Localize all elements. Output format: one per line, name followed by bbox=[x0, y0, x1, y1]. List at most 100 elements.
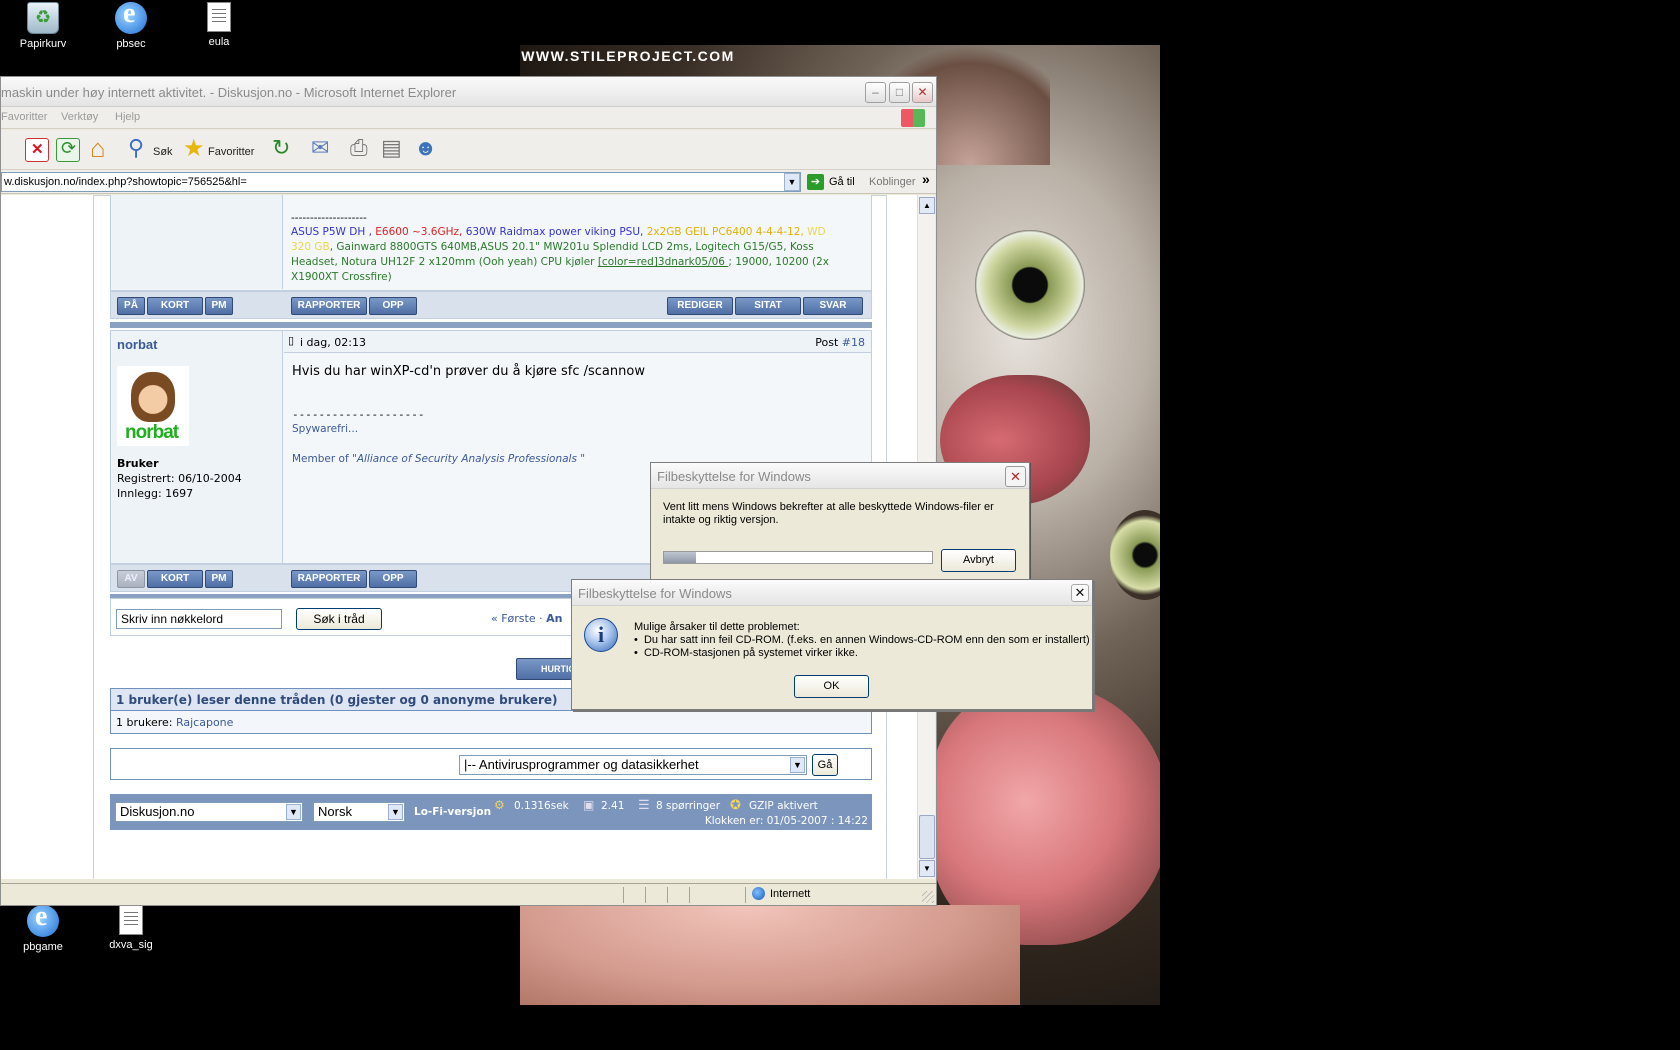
chevron-down-icon: ▼ bbox=[286, 804, 301, 820]
history-icon[interactable] bbox=[269, 135, 293, 162]
pager-partial-link[interactable]: An bbox=[546, 612, 562, 625]
member-post-count: Innlegg: 1697 bbox=[117, 487, 194, 500]
post-number-link[interactable]: #18 bbox=[842, 336, 865, 349]
hardware-line-3: Headset, Notura UH12F 2 x120mm (Ooh yeah… bbox=[291, 256, 830, 268]
signature-link[interactable]: Alliance of Security Analysis Profession… bbox=[357, 453, 577, 465]
dialog-title: Filbeskyttelse for Windows bbox=[578, 586, 732, 601]
desktop-icon-eula[interactable]: eula bbox=[181, 2, 257, 48]
pager: « Første · An bbox=[491, 612, 563, 625]
forum-jump-box: |-- Antivirusprogrammer og datasikkerhet… bbox=[110, 748, 872, 780]
desktop-icon-pbsec[interactable]: pbsec bbox=[93, 0, 169, 50]
file-protection-progress-dialog: Filbeskyttelse for Windows ✕ Vent litt m… bbox=[650, 462, 1030, 582]
reader-user-link[interactable]: Rajcapone bbox=[176, 716, 233, 729]
dialog-close-button[interactable]: ✕ bbox=[1005, 466, 1026, 487]
messenger-icon[interactable] bbox=[411, 135, 437, 162]
clock-text: Klokken er: 01/05-2007 : 14:22 bbox=[704, 815, 868, 827]
refresh-icon[interactable] bbox=[56, 138, 80, 162]
signature-line-1: Spywarefri... bbox=[292, 423, 359, 435]
site-select[interactable]: Diskusjon.no ▼ bbox=[115, 802, 303, 822]
cancel-button[interactable]: Avbryt bbox=[941, 549, 1016, 572]
go-button-label[interactable]: Gå til bbox=[829, 176, 855, 188]
error-heading: Mulige årsaker til dette problemet: bbox=[634, 621, 800, 633]
up-button[interactable]: OPP bbox=[369, 297, 417, 315]
post-separator bbox=[110, 322, 872, 328]
desktop-icon-label: eula bbox=[208, 36, 230, 48]
post-author[interactable]: norbat bbox=[117, 337, 157, 352]
dialog-title-bar[interactable]: Filbeskyttelse for Windows bbox=[651, 463, 1029, 489]
server-load: 2.41 bbox=[601, 800, 625, 812]
database-icon: ☰ bbox=[638, 797, 650, 812]
scroll-thumb[interactable] bbox=[919, 815, 935, 859]
go-arrow-icon[interactable]: ➔ bbox=[807, 174, 824, 190]
error-bullet-1: • Du har satt inn feil CD-ROM. (f.eks. e… bbox=[634, 634, 1090, 646]
offline-status-button[interactable]: AV bbox=[117, 570, 145, 588]
profile-card-button[interactable]: KORT bbox=[147, 570, 203, 588]
scroll-up-icon[interactable]: ▲ bbox=[919, 197, 935, 214]
favorites-star-icon[interactable] bbox=[181, 134, 205, 163]
desktop-icon-dxva-sig[interactable]: dxva_sig bbox=[93, 905, 169, 951]
links-chevron-icon[interactable]: » bbox=[922, 171, 930, 187]
dialog-close-button[interactable]: ✕ bbox=[1071, 584, 1089, 602]
load-icon: ▣ bbox=[583, 798, 595, 812]
favorites-button-label[interactable]: Favoritter bbox=[208, 146, 254, 158]
forum-jump-select[interactable]: |-- Antivirusprogrammer og datasikkerhet… bbox=[459, 755, 807, 775]
dialog-message: Vent litt mens Windows bekrefter at alle… bbox=[663, 501, 994, 526]
query-count: 8 spørringer bbox=[656, 800, 721, 812]
post-number-label: Post #18 bbox=[815, 336, 865, 349]
report-button[interactable]: RAPPORTER bbox=[291, 297, 367, 315]
menu-tools[interactable]: Verktøy bbox=[61, 111, 98, 123]
hardware-line-1: ASUS P5W DH , E6600 ~3.6GHz, 630W Raidma… bbox=[291, 226, 826, 238]
desktop-icon-recycle-bin[interactable]: Papirkurv bbox=[5, 2, 81, 50]
online-status-button[interactable]: PÅ bbox=[117, 297, 145, 315]
file-protection-error-dialog: Filbeskyttelse for Windows ✕ i Mulige år… bbox=[571, 579, 1093, 710]
close-button[interactable]: ✕ bbox=[912, 82, 933, 103]
dialog-title: Filbeskyttelse for Windows bbox=[657, 469, 811, 484]
up-button[interactable]: OPP bbox=[369, 570, 417, 588]
forum-jump-go-button[interactable]: Gå bbox=[812, 754, 838, 776]
pm-button[interactable]: PM bbox=[205, 570, 233, 588]
pager-first-link[interactable]: « Første bbox=[491, 612, 536, 625]
language-select[interactable]: Norsk ▼ bbox=[313, 802, 405, 822]
signature-divider: -------------------- bbox=[291, 212, 367, 224]
report-button[interactable]: RAPPORTER bbox=[291, 570, 367, 588]
ok-button[interactable]: OK bbox=[794, 675, 869, 698]
edit-icon[interactable] bbox=[379, 135, 403, 162]
quote-button[interactable]: SITAT bbox=[735, 297, 801, 315]
edit-post-button[interactable]: REDIGER bbox=[667, 297, 733, 315]
search-button-label[interactable]: Søk bbox=[153, 146, 173, 158]
title-bar[interactable]: maskin under høy internett aktivitet. - … bbox=[1, 77, 936, 107]
time-icon: ⚙ bbox=[494, 798, 505, 812]
mail-icon[interactable] bbox=[309, 135, 333, 162]
thread-search-button[interactable]: Søk i tråd bbox=[296, 608, 382, 630]
print-icon[interactable] bbox=[347, 135, 371, 162]
chevron-down-icon: ▼ bbox=[388, 804, 403, 820]
home-icon[interactable] bbox=[88, 133, 112, 164]
links-label[interactable]: Koblinger bbox=[869, 176, 915, 188]
thread-search-input[interactable]: Skriv inn nøkkelord bbox=[116, 609, 282, 629]
desktop-icon-pbgame[interactable]: pbgame bbox=[5, 901, 81, 953]
text-document-icon bbox=[119, 905, 143, 935]
render-time: 0.1316sek bbox=[514, 800, 569, 812]
maximize-button[interactable]: □ bbox=[889, 82, 910, 103]
previous-post-body: -------------------- ASUS P5W DH , E6600… bbox=[110, 195, 872, 291]
security-zone: Internett bbox=[770, 888, 811, 900]
gzip-status: GZIP aktivert bbox=[749, 800, 818, 812]
recycle-bin-icon bbox=[27, 2, 59, 34]
reply-button[interactable]: SVAR bbox=[803, 297, 863, 315]
status-bar: Internett bbox=[1, 883, 936, 905]
pm-button[interactable]: PM bbox=[205, 297, 233, 315]
lofi-link[interactable]: Lo-Fi-versjon bbox=[414, 806, 491, 818]
dialog-title-bar[interactable]: Filbeskyttelse for Windows bbox=[572, 580, 1092, 606]
profile-card-button[interactable]: KORT bbox=[147, 297, 203, 315]
toolbar: Søk Favoritter bbox=[1, 130, 936, 170]
address-input[interactable]: w.diskusjon.no/index.php?showtopic=75652… bbox=[1, 172, 801, 192]
globe-icon bbox=[752, 887, 765, 900]
stop-icon[interactable] bbox=[25, 138, 49, 162]
search-icon[interactable] bbox=[125, 135, 149, 162]
resize-grip[interactable] bbox=[922, 891, 934, 903]
minimize-button[interactable]: – bbox=[865, 82, 886, 103]
address-dropdown-icon[interactable]: ▼ bbox=[784, 173, 800, 191]
menu-help[interactable]: Hjelp bbox=[115, 111, 140, 123]
scroll-down-icon[interactable]: ▼ bbox=[919, 860, 935, 877]
menu-favorites[interactable]: Favoritter bbox=[1, 111, 47, 123]
